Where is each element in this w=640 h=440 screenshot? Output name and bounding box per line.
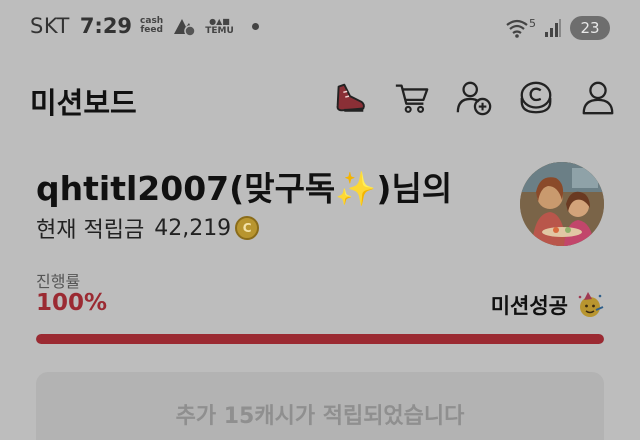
user-name: qhtitl2007(맞구독 (36, 169, 336, 208)
cashfeed-notification-icon: cash feed (140, 17, 163, 35)
avatar[interactable] (520, 162, 604, 246)
balance-row: 현재 적립금 42,219 C (36, 212, 260, 244)
progress-label: 진행률 (36, 272, 81, 291)
battery-indicator: 23 (570, 16, 610, 40)
sparkle-icon: ✨ (335, 169, 377, 208)
page-title: 미션보드 (30, 86, 137, 120)
balance-label: 현재 적립금 (36, 218, 145, 243)
app-notification-icon (174, 19, 196, 37)
coin-icon[interactable] (516, 78, 556, 118)
more-notifications-dot (251, 22, 259, 30)
coin-badge-icon: C (235, 216, 260, 240)
status-right: 5 23 (505, 16, 610, 40)
party-face-icon (578, 292, 604, 317)
wifi-icon (506, 19, 528, 38)
progress-bar-fill (36, 334, 604, 344)
header-toolbar (330, 78, 618, 118)
avatar-illustration (520, 162, 604, 246)
add-user-icon[interactable] (454, 78, 494, 118)
status-left: SKT 7:29 cash feed ●▲■ TEMU (30, 14, 259, 38)
progress-percentage: 100% (36, 290, 108, 316)
balance-value: 42,219 (154, 215, 232, 241)
cart-icon[interactable] (392, 78, 432, 118)
profile-icon[interactable] (578, 78, 618, 118)
reward-notice-button[interactable]: 추가 15캐시가 적립되었습니다 (36, 372, 604, 440)
user-name-suffix: )님의 (376, 169, 453, 208)
sneaker-icon[interactable] (330, 78, 370, 118)
clock-time: 7:29 (79, 14, 133, 38)
progress-bar (36, 334, 604, 344)
mission-status-label: 미션성공 (490, 294, 568, 318)
temu-notification-icon: ●▲■ TEMU (205, 16, 234, 36)
temu-label: TEMU (205, 25, 234, 36)
user-name-heading: qhtitl2007(맞구독✨)님의 (36, 162, 452, 210)
reward-notice-text: 추가 15캐시가 적립되었습니다 (175, 404, 465, 429)
status-bar: SKT 7:29 cash feed ●▲■ TEMU 5 23 (0, 0, 640, 60)
signal-icon (545, 19, 561, 37)
network-type-label: 5 (529, 16, 536, 30)
cashfeed-bottom-text: feed (140, 25, 163, 35)
carrier-label: SKT (30, 14, 70, 38)
mission-status: 미션성공 (491, 290, 604, 320)
mission-board-screen: SKT 7:29 cash feed ●▲■ TEMU 5 23 미션보드 qh… (0, 0, 640, 440)
